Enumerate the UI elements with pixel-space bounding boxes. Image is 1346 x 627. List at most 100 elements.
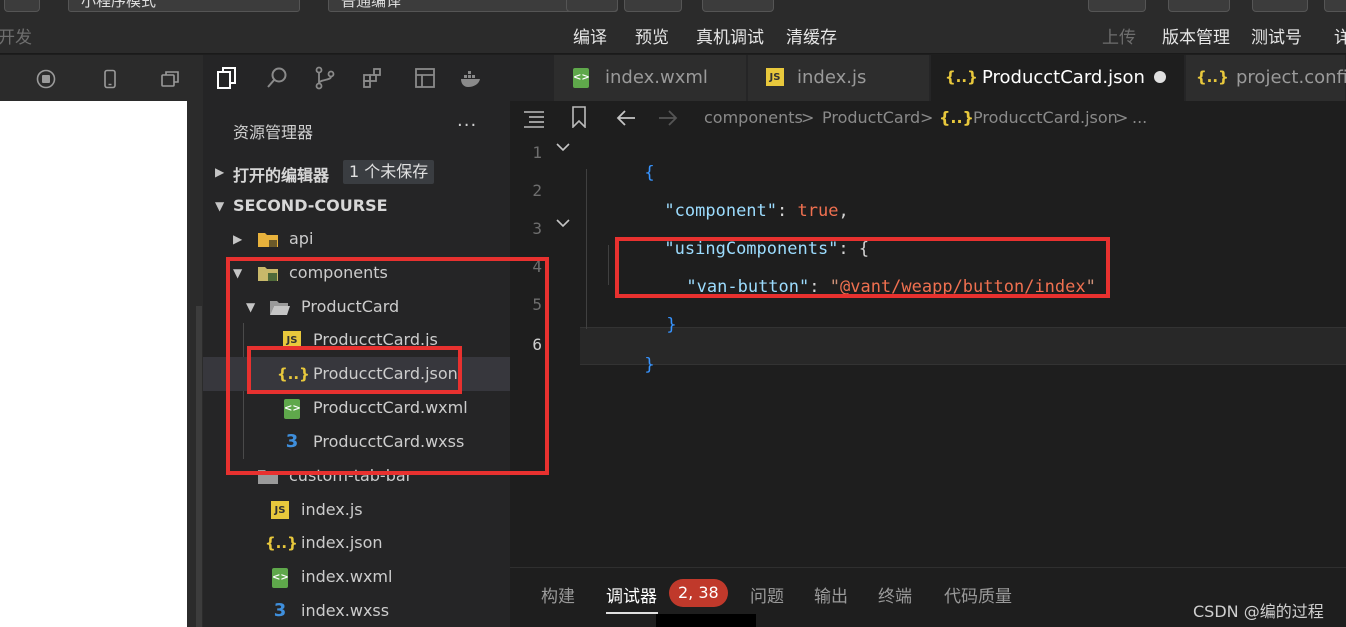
- wxml-file-icon: <>: [573, 68, 590, 88]
- details-button[interactable]: 详: [1334, 23, 1346, 48]
- window-icon[interactable]: [160, 69, 180, 89]
- breadcrumb-separator: >: [920, 108, 934, 127]
- remote-debug-button[interactable]: 真机调试: [696, 23, 764, 48]
- tab-index-js[interactable]: JS index.js: [748, 55, 930, 101]
- line-number: 3: [532, 219, 542, 238]
- version-icon-button[interactable]: [1168, 0, 1230, 12]
- json-colon: :: [777, 201, 798, 221]
- panel-tab-debugger[interactable]: 调试器: [606, 582, 657, 607]
- layout-icon[interactable]: [413, 66, 437, 90]
- line-number: 1: [532, 143, 542, 162]
- tab-producctcard-json[interactable]: {..} ProducctCard.json: [931, 55, 1185, 101]
- phone-icon[interactable]: [100, 69, 120, 89]
- code-brace: }: [666, 315, 677, 335]
- json-file-icon: {..}: [945, 68, 978, 86]
- watermark-text: CSDN @编的过程: [1193, 602, 1324, 621]
- back-arrow-icon[interactable]: [615, 109, 637, 127]
- mode-select[interactable]: 小程序模式: [68, 0, 300, 12]
- unsaved-dot-icon[interactable]: [1154, 71, 1166, 83]
- extensions-icon[interactable]: [361, 66, 385, 90]
- tree-item-label: index.wxml: [301, 567, 393, 586]
- tab-label: project.config: [1236, 67, 1346, 88]
- wxml-file-icon: <>: [272, 568, 289, 588]
- tab-label: index.wxml: [605, 67, 708, 88]
- line-number: 2: [532, 181, 542, 200]
- current-line-highlight: [580, 327, 1346, 365]
- remote-debug-icon-button[interactable]: [702, 0, 774, 12]
- test-account-icon-button[interactable]: [1252, 0, 1308, 12]
- breadcrumb-item[interactable]: components: [704, 108, 803, 127]
- tab-label: ProducctCard.json: [982, 67, 1145, 88]
- tree-item-label: index.json: [301, 533, 383, 552]
- breadcrumb-item[interactable]: ...: [1132, 108, 1147, 127]
- fold-chevron-icon[interactable]: [555, 139, 571, 155]
- explorer-title: 资源管理器: [233, 123, 314, 142]
- search-icon[interactable]: [265, 66, 289, 90]
- chevron-right-icon: ▶: [233, 232, 243, 246]
- project-root[interactable]: ▼ SECOND-COURSE: [203, 189, 510, 223]
- simulator-toolbar: [0, 55, 203, 101]
- code-brace: {: [644, 163, 655, 183]
- record-stop-icon[interactable]: [36, 69, 56, 89]
- simulator-scrollbar[interactable]: [196, 306, 202, 627]
- error-count-badge: 2, 38: [669, 579, 728, 607]
- list-icon[interactable]: [523, 110, 545, 128]
- upload-icon-button[interactable]: [1088, 0, 1146, 12]
- tree-file-index-wxml[interactable]: <> index.wxml: [203, 560, 510, 594]
- panel-tab-output[interactable]: 输出: [814, 582, 848, 607]
- bookmark-icon[interactable]: [571, 106, 587, 128]
- simulator-screen[interactable]: [0, 101, 187, 627]
- forward-arrow-icon[interactable]: [657, 109, 679, 127]
- docker-icon[interactable]: [459, 66, 483, 90]
- source-control-icon[interactable]: [313, 66, 337, 90]
- compile-icon-button[interactable]: [566, 0, 618, 12]
- breadcrumb: components > ProductCard > {..} Producct…: [510, 101, 1346, 135]
- more-actions-icon[interactable]: ···: [457, 115, 477, 136]
- chevron-right-icon: ▶: [215, 165, 225, 179]
- code-brace: }: [644, 355, 655, 375]
- panel-tab-code-quality[interactable]: 代码质量: [944, 582, 1012, 607]
- editor-area: <> index.wxml JS index.js {..} ProducctC…: [510, 55, 1346, 627]
- activity-bar: [203, 55, 510, 101]
- tree-file-index-js[interactable]: JS index.js: [203, 493, 510, 527]
- files-icon[interactable]: [215, 66, 239, 90]
- panel-tab-terminal[interactable]: 终端: [878, 582, 912, 607]
- open-editors-section[interactable]: ▶ 打开的编辑器 1 个未保存: [203, 155, 510, 189]
- code-editor[interactable]: 1 2 3 4 5 6 { "component": true, "usingC…: [510, 135, 1346, 535]
- preview-button[interactable]: 预览: [635, 23, 669, 48]
- tab-index-wxml[interactable]: <> index.wxml: [554, 55, 747, 101]
- json-file-icon: {..}: [265, 534, 298, 552]
- json-key: "component": [664, 201, 778, 221]
- panel-content-strip: [656, 614, 756, 627]
- clear-cache-button[interactable]: 清缓存: [786, 23, 837, 48]
- details-icon-button[interactable]: [1324, 0, 1346, 12]
- compile-button[interactable]: 编译: [573, 23, 607, 48]
- test-account-button[interactable]: 测试号: [1251, 23, 1302, 48]
- breadcrumb-separator: >: [801, 108, 815, 127]
- json-file-icon: {..}: [1196, 68, 1229, 86]
- preview-icon-button[interactable]: [624, 0, 682, 12]
- breadcrumb-item[interactable]: ProductCard: [822, 108, 920, 127]
- tree-file-index-json[interactable]: {..} index.json: [203, 526, 510, 560]
- code-line-6: }: [583, 335, 655, 395]
- dev-icon-button[interactable]: [4, 0, 40, 12]
- tree-file-index-wxss[interactable]: 3 index.wxss: [203, 594, 510, 627]
- panel-tab-build[interactable]: 构建: [541, 582, 575, 607]
- js-file-icon: JS: [271, 501, 289, 519]
- project-name: SECOND-COURSE: [233, 196, 388, 215]
- active-tab-underline: [606, 612, 658, 614]
- breadcrumb-item[interactable]: ProducctCard.json: [973, 108, 1118, 127]
- annotation-box-json-file: [247, 346, 462, 394]
- breadcrumb-separator: >: [1115, 108, 1129, 127]
- upload-button[interactable]: 上传: [1102, 23, 1136, 48]
- version-manage-button[interactable]: 版本管理: [1162, 23, 1230, 48]
- unsaved-badge: 1 个未保存: [343, 160, 435, 184]
- tab-project-config[interactable]: {..} project.config: [1186, 55, 1346, 101]
- tree-folder-api[interactable]: ▶ api: [203, 222, 510, 256]
- open-editors-label: 打开的编辑器: [233, 166, 330, 185]
- dev-label[interactable]: 开发: [0, 23, 32, 48]
- tree-item-label: api: [289, 229, 314, 248]
- fold-chevron-icon[interactable]: [555, 215, 571, 231]
- editor-tabs: <> index.wxml JS index.js {..} ProducctC…: [510, 55, 1346, 101]
- panel-tab-problems[interactable]: 问题: [750, 582, 784, 607]
